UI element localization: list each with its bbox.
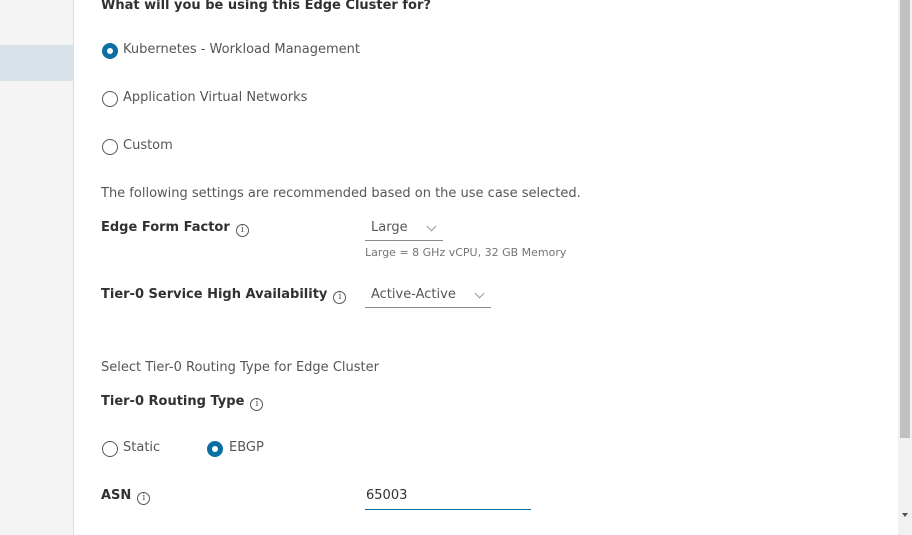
radio-label-avn: Application Virtual Networks (123, 90, 308, 105)
scroll-down-arrow-icon[interactable] (902, 513, 908, 517)
recommendation-text: The following settings are recommended b… (101, 186, 581, 201)
radio-static[interactable] (102, 441, 118, 457)
edge-form-factor-value: Large (371, 220, 408, 235)
use-case-question: What will you be using this Edge Cluster… (101, 0, 431, 13)
chevron-down-icon (426, 221, 437, 232)
radio-label-kubernetes: Kubernetes - Workload Management (123, 42, 361, 57)
radio-custom[interactable] (102, 139, 118, 155)
info-icon[interactable]: i (235, 224, 249, 237)
asn-label: ASN i (101, 488, 151, 505)
edge-form-factor-select[interactable]: Large (365, 220, 443, 241)
edge-cluster-form: What will you be using this Edge Cluster… (101, 0, 891, 535)
asn-input[interactable]: 65003 (365, 488, 531, 510)
scrollbar-thumb[interactable] (900, 0, 910, 438)
info-icon[interactable]: i (250, 398, 264, 411)
routing-type-label: Tier-0 Routing Type i (101, 394, 264, 411)
asn-label-text: ASN (101, 488, 132, 503)
radio-label-ebgp: EBGP (229, 440, 264, 455)
edge-form-factor-label: Edge Form Factor i (101, 220, 249, 237)
radio-label-static: Static (123, 440, 161, 455)
edge-form-factor-label-text: Edge Form Factor (101, 220, 230, 235)
asn-value: 65003 (366, 488, 408, 503)
radio-ebgp[interactable] (207, 441, 223, 457)
edge-form-factor-helper: Large = 8 GHz vCPU, 32 GB Memory (365, 246, 567, 259)
radio-application-virtual-networks[interactable] (102, 91, 118, 107)
radio-kubernetes[interactable] (102, 43, 118, 59)
routing-section-text: Select Tier-0 Routing Type for Edge Clus… (101, 360, 379, 375)
tier0-ha-select[interactable]: Active-Active (365, 287, 491, 308)
routing-type-label-text: Tier-0 Routing Type (101, 394, 245, 409)
chevron-down-icon (474, 288, 485, 299)
left-navigation (0, 0, 74, 535)
info-icon[interactable]: i (333, 291, 347, 304)
tier0-ha-value: Active-Active (371, 287, 456, 302)
radio-label-custom: Custom (123, 138, 173, 153)
nav-item-active[interactable] (0, 45, 73, 81)
tier0-ha-label: Tier-0 Service High Availability i (101, 287, 347, 304)
vertical-scrollbar[interactable] (898, 0, 912, 535)
tier0-ha-label-text: Tier-0 Service High Availability (101, 287, 328, 302)
info-icon[interactable]: i (137, 492, 151, 505)
